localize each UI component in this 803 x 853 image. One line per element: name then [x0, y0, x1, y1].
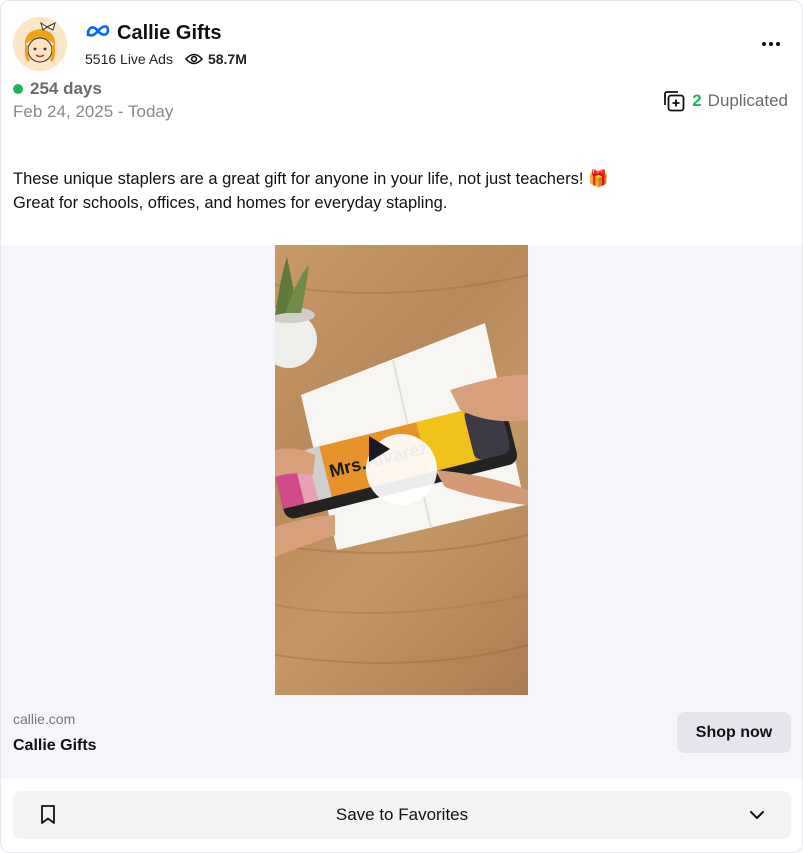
duplicated-button[interactable]: 2 Duplicated — [662, 89, 788, 113]
ad-media-area: Mrs.Alvarez callie.com Callie Gifts Shop… — [1, 245, 802, 779]
caption-line: These unique staplers are a great gift f… — [13, 170, 609, 188]
caption-line: Great for schools, offices, and homes fo… — [13, 194, 448, 212]
ad-video[interactable]: Mrs.Alvarez — [275, 245, 528, 695]
more-options-button[interactable] — [758, 31, 784, 57]
ad-card: Callie Gifts 5516 Live Ads 58.7M 254 day… — [0, 0, 803, 853]
bookmark-icon — [41, 805, 55, 824]
duplicated-count: 2 — [692, 91, 702, 110]
link-domain: callie.com — [13, 711, 76, 727]
advertiser-name[interactable]: Callie Gifts — [117, 22, 221, 45]
views-count: 58.7M — [207, 51, 247, 67]
link-title[interactable]: Callie Gifts — [13, 737, 97, 755]
duplicate-icon — [664, 91, 685, 112]
play-button[interactable] — [366, 434, 437, 505]
ad-caption: These unique staplers are a great gift f… — [13, 167, 783, 215]
advertiser-avatar[interactable] — [13, 17, 67, 71]
save-to-favorites-label: Save to Favorites — [335, 805, 469, 824]
views-stat: 58.7M — [184, 51, 247, 67]
date-range: Feb 24, 2025 - Today — [13, 102, 174, 121]
chevron-down-icon[interactable] — [749, 807, 765, 823]
save-to-favorites-bar[interactable]: Save to Favorites — [13, 791, 791, 839]
days-active: 254 days — [30, 79, 102, 98]
active-status: 254 days — [13, 79, 102, 99]
advertiser-header: Callie Gifts — [85, 20, 221, 46]
duplicated-label: Duplicated — [707, 91, 788, 110]
more-dot-icon — [769, 42, 773, 46]
live-ads-count: 5516 Live Ads — [85, 51, 173, 67]
play-icon — [369, 436, 390, 462]
meta-icon — [85, 23, 111, 44]
more-dot-icon — [762, 42, 766, 46]
active-dot-icon — [13, 84, 23, 94]
shop-now-button[interactable]: Shop now — [677, 712, 791, 753]
advertiser-stats: 5516 Live Ads 58.7M — [85, 50, 247, 68]
eye-icon — [184, 53, 203, 65]
more-dot-icon — [776, 42, 780, 46]
